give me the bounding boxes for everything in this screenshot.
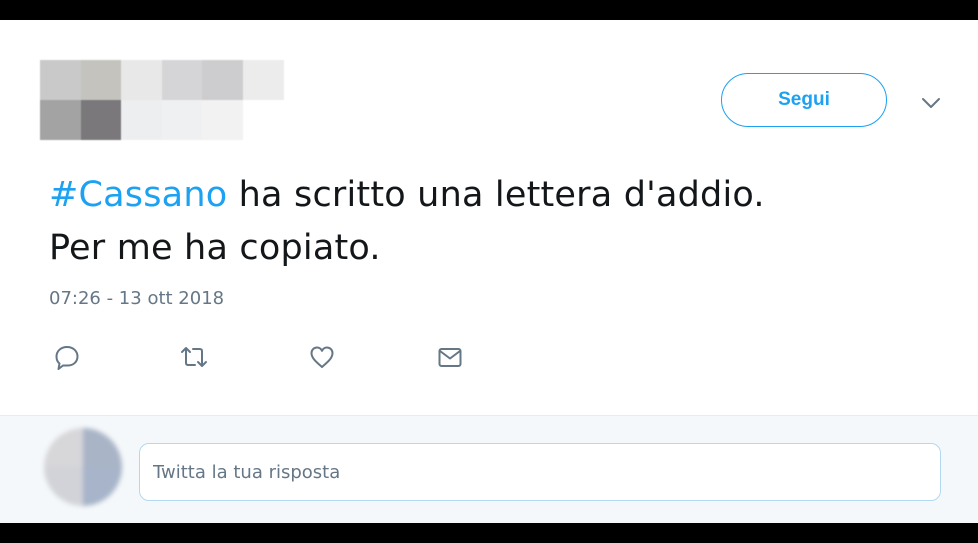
avatar-pixel	[40, 100, 81, 140]
follow-button-label: Segui	[778, 89, 830, 110]
avatar-pixel	[40, 60, 81, 100]
avatar-pixel	[242, 100, 284, 140]
avatar-pixel	[161, 100, 203, 140]
avatar-pixel	[44, 428, 83, 467]
envelope-icon[interactable]	[433, 340, 467, 374]
reply-input[interactable]	[139, 443, 941, 501]
user-avatar	[44, 428, 122, 506]
avatar-pixel	[161, 60, 203, 100]
reply-composer	[0, 415, 978, 523]
avatar-pixel	[242, 60, 284, 100]
avatar-pixel	[83, 467, 122, 506]
avatar-pixel	[202, 60, 243, 100]
tweet-text-line-1-rest: ha scritto una lettera d'addio.	[227, 175, 765, 215]
tweet-timestamp[interactable]: 07:26 - 13 ott 2018	[49, 288, 224, 309]
tweet-text: #Cassano ha scritto una lettera d'addio.…	[49, 169, 929, 275]
heart-icon[interactable]	[305, 340, 339, 374]
retweet-icon[interactable]	[177, 340, 211, 374]
author-avatar[interactable]	[40, 60, 284, 160]
avatar-pixel	[80, 60, 122, 100]
tweet-text-line-2: Per me ha copiato.	[49, 228, 381, 268]
tweet-card: Segui #Cassano ha scritto una lettera d'…	[0, 20, 978, 523]
avatar-pixel	[202, 100, 243, 140]
reply-icon[interactable]	[50, 340, 84, 374]
avatar-pixel	[80, 100, 122, 140]
tweet-actions	[0, 340, 978, 374]
avatar-pixel	[121, 60, 162, 100]
avatar-pixel	[44, 467, 83, 506]
hashtag-link[interactable]: #Cassano	[49, 175, 227, 215]
chevron-down-icon[interactable]	[918, 94, 944, 112]
follow-button[interactable]: Segui	[721, 73, 887, 127]
avatar-pixel	[121, 100, 162, 140]
tweet-text-line-1: #Cassano ha scritto una lettera d'addio.	[49, 169, 929, 222]
avatar-pixel	[83, 428, 122, 467]
